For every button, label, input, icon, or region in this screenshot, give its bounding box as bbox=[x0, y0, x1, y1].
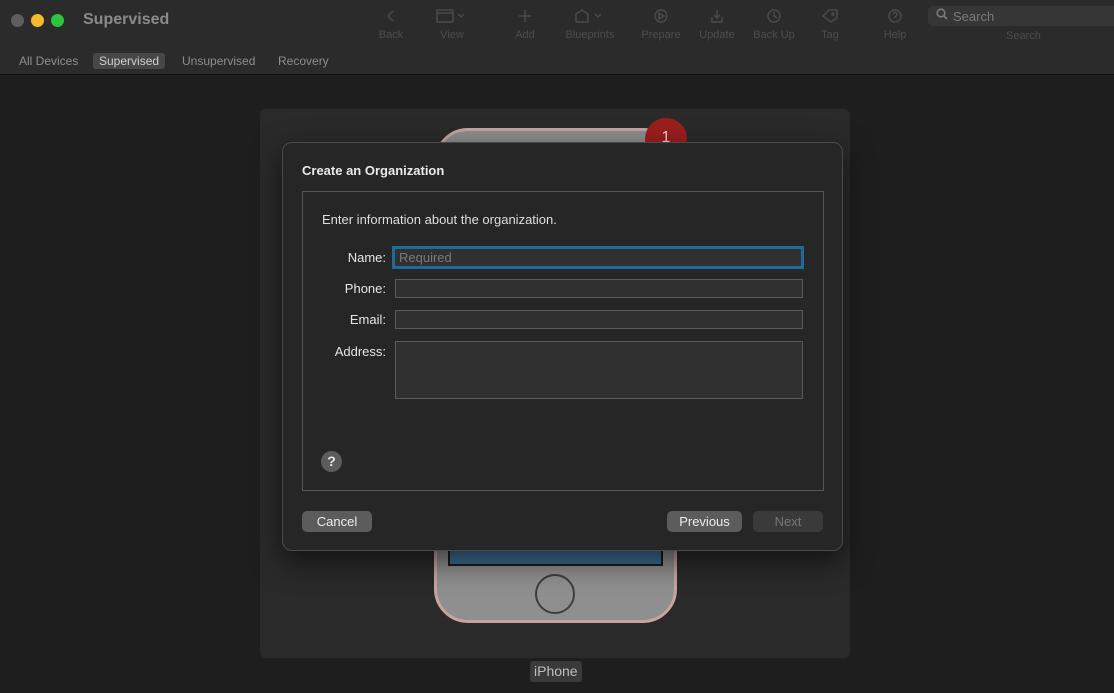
toolbar-backup-button[interactable]: Back Up bbox=[742, 4, 806, 44]
window-title: Supervised bbox=[83, 11, 170, 28]
toolbar-back-button[interactable]: Back bbox=[359, 4, 423, 44]
toolbar-help-button[interactable]: Help bbox=[863, 4, 927, 44]
phone-label: Phone: bbox=[344, 281, 386, 296]
toolbar-update-button[interactable]: Update bbox=[685, 4, 749, 44]
plus-icon bbox=[517, 4, 533, 28]
phone-field[interactable] bbox=[395, 279, 803, 298]
dialog-title: Create an Organization bbox=[302, 163, 445, 178]
toolbar-add-label: Add bbox=[515, 29, 535, 41]
name-field[interactable] bbox=[392, 246, 804, 269]
toolbar-view-button[interactable]: View bbox=[420, 4, 484, 44]
search-label: Search bbox=[1006, 30, 1041, 42]
search-icon bbox=[936, 7, 948, 25]
next-button[interactable]: Next bbox=[753, 511, 823, 532]
email-field[interactable] bbox=[395, 310, 803, 329]
device-name-label: iPhone bbox=[530, 661, 582, 682]
dialog-intro-text: Enter information about the organization… bbox=[322, 212, 557, 227]
address-label: Address: bbox=[334, 344, 386, 359]
filter-tab-bar: All Devices Supervised Unsupervised Reco… bbox=[0, 48, 1114, 75]
name-label: Name: bbox=[347, 250, 386, 265]
email-label: Email: bbox=[349, 312, 386, 327]
download-icon bbox=[709, 4, 725, 28]
cancel-button[interactable]: Cancel bbox=[302, 511, 372, 532]
tag-icon bbox=[821, 4, 839, 28]
address-field[interactable] bbox=[395, 341, 803, 399]
toolbar-add-button[interactable]: Add bbox=[493, 4, 557, 44]
prepare-icon bbox=[653, 4, 669, 28]
title-bar: Supervised Back View Add Blueprints Prep… bbox=[0, 0, 1114, 48]
toolbar-back-label: Back bbox=[378, 29, 404, 41]
toolbar-backup-label: Back Up bbox=[753, 29, 795, 41]
help-button[interactable]: ? bbox=[321, 451, 342, 472]
close-window-button[interactable] bbox=[11, 14, 24, 27]
toolbar-blueprints-label: Blueprints bbox=[565, 29, 615, 41]
search-input[interactable] bbox=[953, 8, 1103, 24]
help-circle-icon bbox=[887, 4, 903, 28]
minimize-window-button[interactable] bbox=[31, 14, 44, 27]
toolbar-prepare-button[interactable]: Prepare bbox=[629, 4, 693, 44]
blueprints-icon bbox=[573, 4, 607, 28]
chevron-left-icon bbox=[383, 4, 399, 28]
search-box bbox=[928, 6, 1114, 26]
toolbar-view-label: View bbox=[440, 29, 464, 41]
toolbar-prepare-label: Prepare bbox=[641, 29, 681, 41]
toolbar-tag-button[interactable]: Tag bbox=[798, 4, 862, 44]
tab-unsupervised[interactable]: Unsupervised bbox=[176, 53, 261, 69]
zoom-window-button[interactable] bbox=[51, 14, 64, 27]
create-organization-dialog: Create an Organization Enter information… bbox=[282, 142, 843, 551]
toolbar-tag-label: Tag bbox=[821, 29, 839, 41]
toolbar-update-label: Update bbox=[699, 29, 735, 41]
tab-supervised[interactable]: Supervised bbox=[93, 53, 166, 69]
tab-recovery[interactable]: Recovery bbox=[272, 53, 335, 69]
organization-form: Enter information about the organization… bbox=[302, 191, 824, 491]
iphone-home-button bbox=[535, 574, 575, 614]
previous-button[interactable]: Previous bbox=[667, 511, 742, 532]
toolbar-blueprints-button[interactable]: Blueprints bbox=[558, 4, 622, 44]
app-window: Supervised Back View Add Blueprints Prep… bbox=[0, 0, 1114, 693]
tab-all-devices[interactable]: All Devices bbox=[13, 53, 84, 69]
window-view-icon bbox=[435, 4, 469, 28]
backup-icon bbox=[766, 4, 782, 28]
toolbar-help-label: Help bbox=[883, 29, 907, 41]
